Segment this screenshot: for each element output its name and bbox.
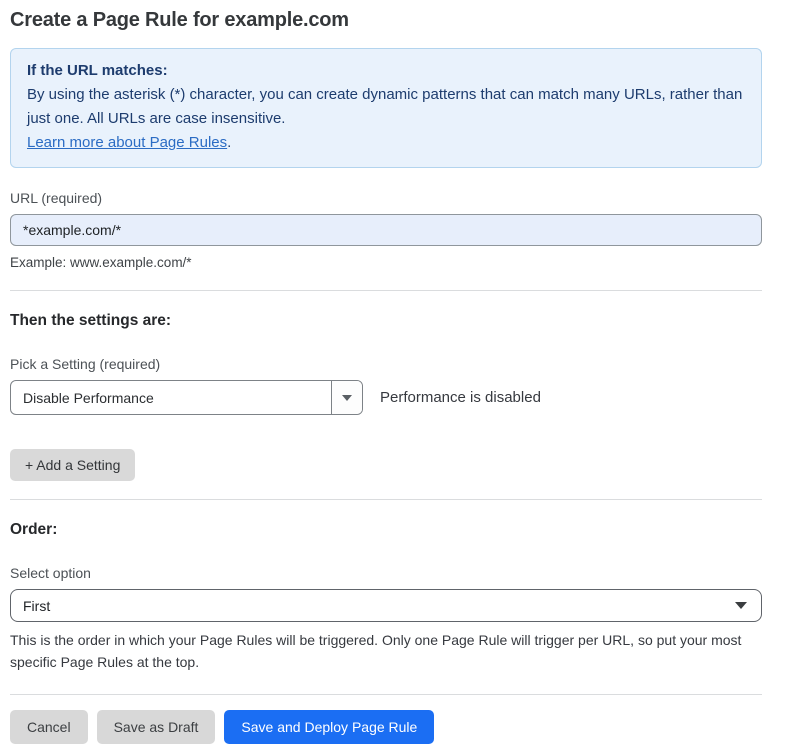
order-select-label: Select option [10,565,762,581]
order-help-text: This is the order in which your Page Rul… [10,629,762,673]
section-divider [10,499,762,500]
order-select-value: First [23,598,50,614]
cancel-button[interactable]: Cancel [10,710,88,744]
setting-picker-row: Disable Performance Performance is disab… [10,380,762,415]
setting-dropdown-value: Disable Performance [11,381,331,414]
section-divider [10,290,762,291]
pick-setting-label: Pick a Setting (required) [10,356,762,372]
setting-dropdown[interactable]: Disable Performance [10,380,363,415]
info-box-heading: If the URL matches: [27,59,745,83]
setting-dropdown-arrow-button[interactable] [331,381,362,414]
url-match-info-box: If the URL matches: By using the asteris… [10,48,762,168]
info-box-body: By using the asterisk (*) character, you… [27,83,745,131]
learn-more-link[interactable]: Learn more about Page Rules [27,134,227,151]
order-select[interactable]: First [10,589,762,622]
page-rule-form: Create a Page Rule for example.com If th… [10,0,762,744]
page-title: Create a Page Rule for example.com [10,9,762,32]
setting-status-text: Performance is disabled [380,389,541,406]
caret-down-icon [342,395,352,401]
url-field-label: URL (required) [10,190,762,206]
footer-actions: Cancel Save as Draft Save and Deploy Pag… [10,710,762,744]
url-input[interactable] [10,214,762,246]
settings-section-heading: Then the settings are: [10,312,762,330]
save-as-draft-button[interactable]: Save as Draft [97,710,216,744]
add-setting-button[interactable]: + Add a Setting [10,449,135,481]
save-and-deploy-button[interactable]: Save and Deploy Page Rule [224,710,434,744]
info-box-link-line: Learn more about Page Rules. [27,131,745,155]
link-period: . [227,134,231,151]
order-section-heading: Order: [10,521,762,539]
caret-down-icon [735,602,747,609]
url-example-text: Example: www.example.com/* [10,255,762,270]
footer-divider [10,694,762,695]
